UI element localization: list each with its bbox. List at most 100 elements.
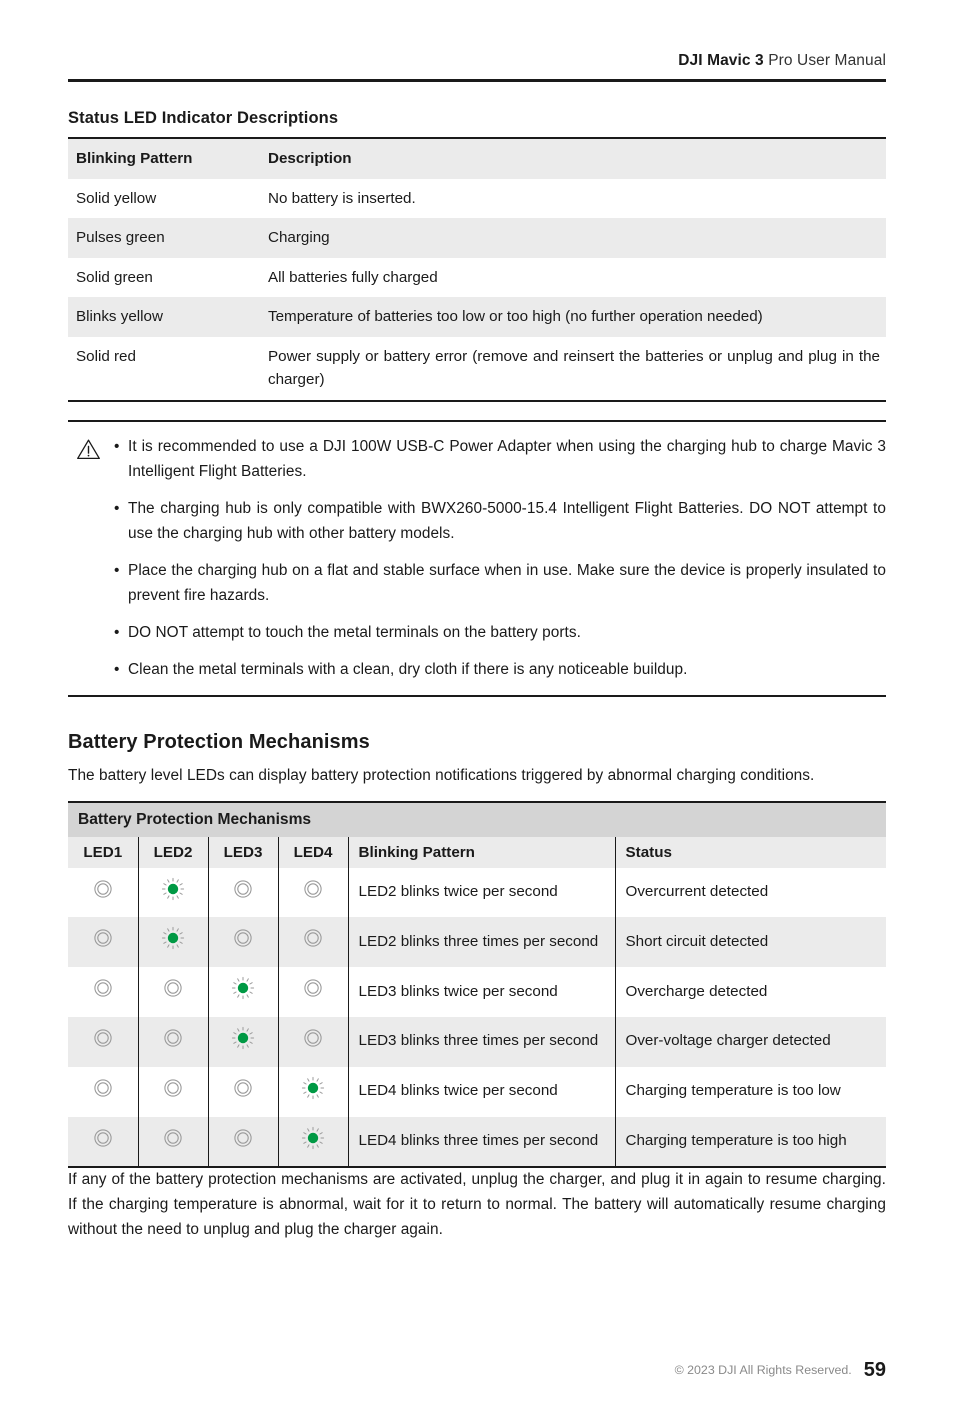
cell-led1-off: [68, 867, 139, 918]
bullet-glyph: •: [114, 437, 120, 455]
led-off-icon: [91, 1026, 115, 1050]
bullet-glyph: •: [114, 623, 120, 641]
table-row: Blinks yellow Temperature of batteries t…: [68, 297, 886, 337]
cell-description: Temperature of batteries too low or too …: [268, 308, 763, 326]
copyright-text: © 2023 DJI All Rights Reserved.: [674, 1363, 852, 1377]
led-off-icon: [301, 1026, 325, 1050]
cell-led4-on: [278, 1066, 349, 1117]
led-off-icon: [91, 976, 115, 1000]
status-led-table: Blinking Pattern Description Solid yello…: [68, 137, 886, 402]
cell-description: Charging: [268, 229, 330, 247]
cell-led3-on: [208, 967, 279, 1017]
cell-led2-off: [138, 1066, 209, 1117]
led-off-icon: [161, 1126, 185, 1150]
cell-led1-off: [68, 917, 139, 968]
led-off-icon: [91, 877, 115, 901]
cell-led4-off: [278, 867, 349, 918]
battery-protection-table-head: Battery Protection Mechanisms LED1 LED2 …: [68, 801, 886, 868]
manual-brand: DJI Mavic 3: [678, 52, 764, 69]
cell-led4-off: [278, 967, 349, 1017]
led-off-icon: [231, 1126, 255, 1150]
table-row: Solid red Power supply or battery error …: [68, 337, 886, 401]
note-text: The charging hub is only compatible with…: [128, 499, 886, 542]
warning-notes-list: • It is recommended to use a DJI 100W US…: [114, 435, 886, 683]
cell-status: Charging temperature is too low: [625, 1082, 841, 1100]
col-header-status: Status: [615, 836, 886, 868]
manual-title: Pro User Manual: [763, 52, 886, 69]
cell-led2-on: [138, 867, 209, 918]
cell-status: Short circuit detected: [615, 917, 886, 968]
led-off-icon: [301, 926, 325, 950]
cell-description: Power supply or battery error (remove an…: [268, 347, 880, 389]
bullet-glyph: •: [114, 499, 120, 517]
note-text: DO NOT attempt to touch the metal termin…: [128, 623, 581, 641]
note-text: Clean the metal terminals with a clean, …: [128, 660, 688, 678]
table-row: LED2 blinks twice per second Overcurrent …: [68, 867, 886, 918]
page-number: 59: [863, 1359, 886, 1381]
document-page: DJI Mavic 3 Pro User Manual Status LED I…: [0, 0, 954, 1418]
table-row: LED3 blinks three times per second Over-v…: [68, 1016, 886, 1067]
table-row: LED4 blinks twice per second Charging tem…: [68, 1066, 886, 1117]
col-header-blinking-pattern: Blinking Pattern: [348, 836, 616, 868]
header-divider: [68, 79, 886, 82]
table-row: Pulses green Charging: [68, 218, 886, 258]
col-header-led4: LED4: [278, 836, 349, 868]
led-blinking-icon: [301, 1076, 325, 1100]
cell-led4-off: [278, 917, 349, 968]
cell-led2-off: [138, 967, 209, 1017]
cell-led2-off: [138, 1016, 209, 1067]
cell-status: Overcurrent detected: [625, 883, 769, 901]
cell-led3-off: [208, 1116, 279, 1168]
table-row: LED2 blinks three times per second Short …: [68, 917, 886, 968]
note-text: Place the charging hub on a flat and sta…: [128, 561, 886, 604]
battery-protection-heading: Battery Protection Mechanisms: [68, 730, 370, 753]
cell-led3-on: [208, 1016, 279, 1067]
cell-blinking-pattern: LED3 blinks twice per second: [348, 967, 616, 1017]
led-blinking-icon: [161, 877, 185, 901]
table-row: LED3 blinks twice per second Overcharge d…: [68, 967, 886, 1017]
closing-paragraph: If any of the battery protection mechani…: [68, 1171, 886, 1239]
led-off-icon: [301, 976, 325, 1000]
running-header: DJI Mavic 3 Pro User Manual: [68, 0, 886, 70]
table-title-row: Battery Protection Mechanisms: [68, 801, 886, 837]
cell-led2-on: [138, 917, 209, 968]
list-item: • The charging hub is only compatible wi…: [114, 497, 886, 547]
warning-notes-block: • It is recommended to use a DJI 100W US…: [68, 419, 886, 697]
list-item: • Place the charging hub on a flat and s…: [114, 559, 886, 609]
cell-status: Charging temperature is too high: [615, 1116, 886, 1168]
note-text: It is recommended to use a DJI 100W USB-…: [128, 437, 886, 480]
table-title: Battery Protection Mechanisms: [68, 801, 886, 837]
led-off-icon: [91, 1076, 115, 1100]
cell-blinking-pattern: LED4 blinks twice per second: [348, 1066, 616, 1117]
led-off-icon: [161, 1076, 185, 1100]
led-off-icon: [91, 1126, 115, 1150]
list-item: • It is recommended to use a DJI 100W US…: [114, 435, 886, 485]
battery-protection-intro: The battery level LEDs can display batte…: [68, 766, 815, 784]
cell-led2-off: [138, 1116, 209, 1168]
battery-protection-table-body: LED2 blinks twice per second Overcurrent …: [68, 867, 886, 1168]
cell-blinking-pattern: LED3 blinks three times per second: [348, 1016, 616, 1067]
table-header-row: LED1 LED2 LED3 LED4 Blinking Pattern Sta…: [68, 836, 886, 868]
list-item: • DO NOT attempt to touch the metal term…: [114, 621, 886, 646]
table-row: LED4 blinks three times per second Chargi…: [68, 1116, 886, 1168]
cell-pattern: Blinks yellow: [76, 308, 163, 326]
page-footer: © 2023 DJI All Rights Reserved. 59: [68, 1359, 886, 1382]
led-off-icon: [161, 976, 185, 1000]
led-off-icon: [231, 926, 255, 950]
cell-led3-off: [208, 867, 279, 918]
led-off-icon: [301, 877, 325, 901]
led-off-icon: [231, 1076, 255, 1100]
table-row: Solid yellow No battery is inserted.: [68, 179, 886, 219]
cell-status: Over-voltage charger detected: [615, 1016, 886, 1067]
cell-blinking-pattern: LED2 blinks twice per second: [348, 867, 616, 918]
col-header-led1: LED1: [68, 836, 139, 868]
col-header-description: Description: [268, 150, 352, 167]
led-blinking-icon: [301, 1126, 325, 1150]
cell-led3-off: [208, 917, 279, 968]
col-header-led3: LED3: [208, 836, 279, 868]
bullet-glyph: •: [114, 660, 120, 678]
status-led-table-head: Blinking Pattern Description: [68, 138, 886, 179]
col-header-led2: LED2: [138, 836, 209, 868]
col-header-blinking-pattern: Blinking Pattern: [76, 150, 193, 167]
led-blinking-icon: [161, 926, 185, 950]
